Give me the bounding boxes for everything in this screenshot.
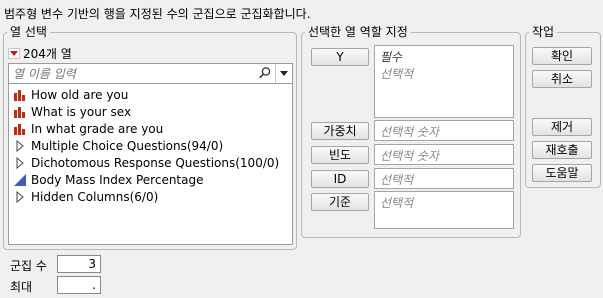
chevron-down-icon (280, 71, 288, 76)
column-item-label: Hidden Columns(6/0) (31, 189, 159, 204)
expand-triangle-icon[interactable] (13, 139, 27, 153)
column-list-item[interactable]: Multiple Choice Questions(94/0) (9, 137, 292, 154)
search-icon[interactable] (258, 66, 272, 80)
clusters-input[interactable]: 3 (57, 255, 101, 273)
column-item-label: Dichotomous Response Questions(100/0) (31, 155, 280, 170)
by-hint: 선택적 (380, 196, 414, 210)
search-options-dropdown[interactable] (275, 64, 292, 83)
weight-hint: 선택적 숫자 (380, 125, 440, 139)
column-item-label: How old are you (31, 87, 129, 102)
id-role-button[interactable]: ID (311, 170, 369, 188)
role-assign-legend: 선택한 열 역할 지정 (305, 25, 411, 39)
column-select-legend: 열 선택 (7, 25, 50, 39)
max-label: 최대 (10, 280, 33, 294)
y-optional-hint: 선택적 (380, 67, 414, 81)
column-count-label: 204개 열 (23, 47, 72, 61)
cancel-button[interactable]: 취소 (532, 70, 592, 88)
expand-triangle-icon[interactable] (13, 190, 27, 204)
by-role-list[interactable]: 선택적 (374, 191, 514, 229)
id-role-field[interactable]: 선택적 (374, 168, 514, 189)
ok-button[interactable]: 확인 (532, 47, 592, 65)
column-list-item[interactable]: In what grade are you (9, 120, 292, 137)
id-hint: 선택적 (380, 173, 414, 187)
column-item-label: What is your sex (31, 104, 132, 119)
bar-chart-icon (13, 88, 27, 102)
y-role-list[interactable]: 필수 선택적 (374, 45, 514, 118)
column-list-item[interactable]: Dichotomous Response Questions(100/0) (9, 154, 292, 171)
recall-button[interactable]: 재호출 (532, 141, 592, 159)
bar-chart-icon (13, 105, 27, 119)
by-role-button[interactable]: 기준 (311, 193, 369, 211)
column-search (8, 63, 293, 84)
actions-legend: 작업 (529, 25, 558, 39)
column-list-item[interactable]: What is your sex (9, 103, 292, 120)
column-search-input[interactable] (9, 64, 257, 83)
freq-role-button[interactable]: 빈도 (311, 146, 369, 164)
freq-hint: 선택적 숫자 (380, 149, 440, 163)
bar-chart-icon (13, 122, 27, 136)
y-role-button[interactable]: Y (311, 48, 369, 66)
column-count-row: 204개 열 (8, 45, 72, 62)
weight-role-field[interactable]: 선택적 숫자 (374, 120, 514, 141)
remove-button[interactable]: 제거 (532, 118, 592, 136)
column-item-label: In what grade are you (31, 121, 164, 136)
help-button[interactable]: 도움말 (532, 164, 592, 182)
freq-role-field[interactable]: 선택적 숫자 (374, 144, 514, 165)
red-triangle-menu-icon[interactable] (8, 48, 20, 59)
column-list-item[interactable]: Body Mass Index Percentage (9, 171, 292, 188)
column-list[interactable]: How old are you What is your sex In what g… (8, 83, 293, 245)
instruction-text: 범주형 변수 기반의 행을 지정된 수의 군집으로 군집화합니다. (4, 7, 311, 21)
column-list-item[interactable]: Hidden Columns(6/0) (9, 188, 292, 205)
column-list-item[interactable]: How old are you (9, 86, 292, 103)
column-item-label: Multiple Choice Questions(94/0) (31, 138, 224, 153)
y-required-label: 필수 (380, 50, 403, 64)
continuous-icon (13, 173, 27, 187)
column-item-label: Body Mass Index Percentage (31, 172, 204, 187)
clusters-label: 군집 수 (10, 259, 47, 273)
max-input[interactable]: . (57, 276, 101, 294)
weight-role-button[interactable]: 가중치 (311, 122, 369, 140)
expand-triangle-icon[interactable] (13, 156, 27, 170)
